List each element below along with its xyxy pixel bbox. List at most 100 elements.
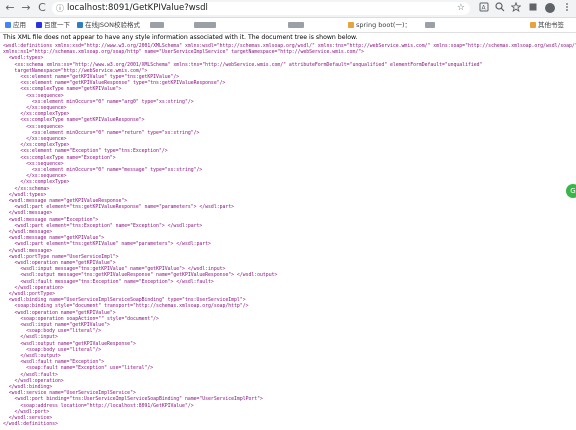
xml-line: <wsdl:types> bbox=[3, 56, 44, 62]
xml-line: <wsdl:message name="getKPIValue"> bbox=[3, 236, 105, 242]
xml-line: </xs:complexType> bbox=[3, 143, 70, 149]
star-icon[interactable] bbox=[510, 1, 522, 14]
xml-line: <wsdl:output message="tns:getKPIValueRes… bbox=[3, 273, 278, 279]
xml-line: <wsdl:port binding="tns:UserServiceImplS… bbox=[3, 397, 263, 403]
xml-line: </wsdl:definitions> bbox=[3, 422, 58, 428]
search-icon[interactable] bbox=[494, 2, 506, 14]
xml-line: </wsdl:operation> bbox=[3, 285, 64, 291]
xml-line: <wsdl:part element="tns:Exception" name=… bbox=[3, 223, 203, 229]
xml-line: </xs:complexType> bbox=[3, 112, 70, 118]
xml-line: <xs:element name="Exception" type="tns:E… bbox=[3, 149, 168, 155]
xml-line: </wsdl:input> bbox=[3, 335, 58, 341]
page-icon bbox=[194, 22, 216, 28]
site-info-icon[interactable]: ⓘ bbox=[56, 3, 64, 14]
xml-line: <xs:element minOccurs="0" name="return" … bbox=[3, 130, 200, 136]
xml-line: targetNamespace="http://webService.wmis.… bbox=[3, 68, 148, 74]
bookmark-label: spring boot(一)： bbox=[356, 21, 412, 29]
xml-line: <wsdl:message name="Exception"> bbox=[3, 217, 99, 223]
xml-line: </wsdl:binding> bbox=[3, 385, 53, 390]
xml-line: </wsdl:message> bbox=[3, 248, 53, 254]
bookmark-label: 在线JSON校验格式 bbox=[85, 21, 141, 29]
xml-line: </xs:sequence> bbox=[3, 174, 67, 180]
apps-icon bbox=[5, 22, 11, 28]
xml-line: <xs:complexType name="Exception"> bbox=[3, 155, 116, 161]
xml-line: <wsdl:input message="tns:getKPIValue" na… bbox=[3, 267, 226, 273]
bookmark-spring-boot[interactable]: spring boot(一)： bbox=[348, 18, 411, 32]
xml-line: <soap:body use="literal"/> bbox=[3, 329, 102, 335]
bookmark-item[interactable] bbox=[150, 18, 166, 32]
xml-line: <wsdl:fault name="Exception"> bbox=[3, 360, 105, 366]
xml-line: <xs:element minOccurs="0" name="arg0" ty… bbox=[3, 99, 194, 105]
xml-line: <xs:sequence> bbox=[3, 93, 64, 99]
xml-line: <wsdl:operation name="getKPIValue"> bbox=[3, 261, 116, 266]
xml-line: <wsdl:portType name="UserServiceImpl"> bbox=[3, 254, 119, 260]
xml-line: </wsdl:operation> bbox=[3, 378, 64, 384]
xml-line: <xs:element name="getKPIValueResponse" t… bbox=[3, 81, 226, 87]
xml-line: </wsdl:message> bbox=[3, 230, 53, 235]
page-icon bbox=[425, 22, 435, 28]
xml-line: <wsdl:part element="tns:getKPIValueRespo… bbox=[3, 205, 235, 211]
xml-line: <soap:operation soapAction="" style="doc… bbox=[3, 316, 159, 322]
bookmarks-bar: 应用 百度一下 在线JSON校验格式 spring boot(一)： 其他书签 bbox=[0, 18, 576, 33]
bookmark-apps[interactable]: 应用 bbox=[5, 18, 26, 32]
xml-document-tree: <wsdl:definitions xmlns:xsd="http://www.… bbox=[0, 42, 576, 430]
extensions-icon[interactable] bbox=[527, 2, 539, 14]
bookmark-json-validator[interactable]: 在线JSON校验格式 bbox=[77, 18, 140, 32]
baidu-icon bbox=[36, 22, 42, 28]
xml-line: </wsdl:output> bbox=[3, 354, 61, 359]
xml-line: <xs:element name="getKPIValue" type="tns… bbox=[3, 75, 180, 80]
browser-toolbar: ← → C ⓘ localhost:8091/GetKPIValue?wsdl … bbox=[0, 0, 576, 18]
xml-line: </wsdl:service> bbox=[3, 416, 53, 421]
xml-line: </xs:sequence> bbox=[3, 106, 67, 111]
bookmark-item[interactable] bbox=[425, 18, 437, 32]
xml-line: <xs:complexType name="getKPIValue"> bbox=[3, 87, 122, 93]
xml-line: <soap:body use="literal"/> bbox=[3, 347, 102, 353]
xml-line: </wsdl:port> bbox=[3, 409, 50, 415]
xml-line: <xs:sequence> bbox=[3, 161, 64, 167]
side-extension-button[interactable]: G bbox=[566, 184, 576, 198]
xml-line: </wsdl:types> bbox=[3, 192, 47, 198]
folder-icon bbox=[530, 22, 536, 28]
profile-avatar[interactable] bbox=[545, 3, 555, 13]
reload-button[interactable]: C bbox=[36, 2, 48, 14]
other-bookmarks-label: 其他书签 bbox=[538, 21, 564, 29]
json-icon bbox=[77, 22, 83, 28]
xml-line: </wsdl:message> bbox=[3, 211, 53, 217]
address-bar[interactable]: ⓘ localhost:8091/GetKPIValue?wsdl ☆ bbox=[52, 2, 470, 15]
url-text[interactable]: localhost:8091/GetKPIValue?wsdl bbox=[67, 2, 208, 15]
menu-icon[interactable] bbox=[561, 2, 573, 14]
xml-line: <soap:address location="http://localhost… bbox=[3, 403, 194, 409]
svg-text:A: A bbox=[482, 5, 487, 12]
page-icon bbox=[150, 22, 164, 28]
xml-line: <wsdl:input name="getKPIValue"> bbox=[3, 323, 110, 328]
xml-line: <soap:fault name="Exception" use="litera… bbox=[3, 366, 154, 372]
xml-line: <wsdl:message name="getKPIValueResponse"… bbox=[3, 199, 128, 204]
xml-line: <wsdl:service name="UserServiceImplServi… bbox=[3, 391, 136, 397]
xml-line: <wsdl:definitions xmlns:xsd="http://www.… bbox=[3, 44, 576, 49]
bookmark-baidu[interactable]: 百度一下 bbox=[36, 18, 70, 32]
xml-line: <xs:sequence> bbox=[3, 124, 64, 130]
xml-line: <xs:complexType name="getKPIValueRespons… bbox=[3, 118, 145, 124]
xml-line: </wsdl:portType> bbox=[3, 292, 55, 297]
page-icon bbox=[288, 22, 304, 28]
xml-line: </xs:sequence> bbox=[3, 137, 67, 142]
bookmark-item[interactable] bbox=[194, 18, 218, 32]
bookmark-star-icon[interactable]: ☆ bbox=[457, 2, 465, 15]
bookmark-item[interactable] bbox=[288, 18, 306, 32]
xml-line: xmlns:ns1="http://schemas.xmlsoap.org/so… bbox=[3, 50, 364, 56]
xml-line: <soap:binding style="document" transport… bbox=[3, 304, 249, 310]
other-bookmarks[interactable]: 其他书签 bbox=[530, 18, 564, 32]
xml-line: <wsdl:operation name="getKPIValue"> bbox=[3, 310, 116, 316]
xml-line: </xs:schema> bbox=[3, 186, 50, 192]
back-button[interactable]: ← bbox=[4, 2, 16, 14]
forward-button[interactable]: → bbox=[20, 2, 32, 14]
bookmark-label: 百度一下 bbox=[44, 21, 70, 29]
xml-line: <xs:element minOccurs="0" name="message"… bbox=[3, 168, 203, 173]
xml-line: <wsdl:fault message="tns:Exception" name… bbox=[3, 279, 214, 285]
xml-line: <wsdl:output name="getKPIValueResponse"> bbox=[3, 341, 136, 347]
bookmark-label: 应用 bbox=[13, 21, 26, 29]
xml-line: <wsdl:part element="tns:getKPIValue" nam… bbox=[3, 242, 211, 248]
folder-icon bbox=[348, 22, 354, 28]
translate-icon[interactable]: A bbox=[478, 2, 490, 14]
xml-line: <xs:schema xmlns:xs="http://www.w3.org/2… bbox=[3, 62, 483, 68]
